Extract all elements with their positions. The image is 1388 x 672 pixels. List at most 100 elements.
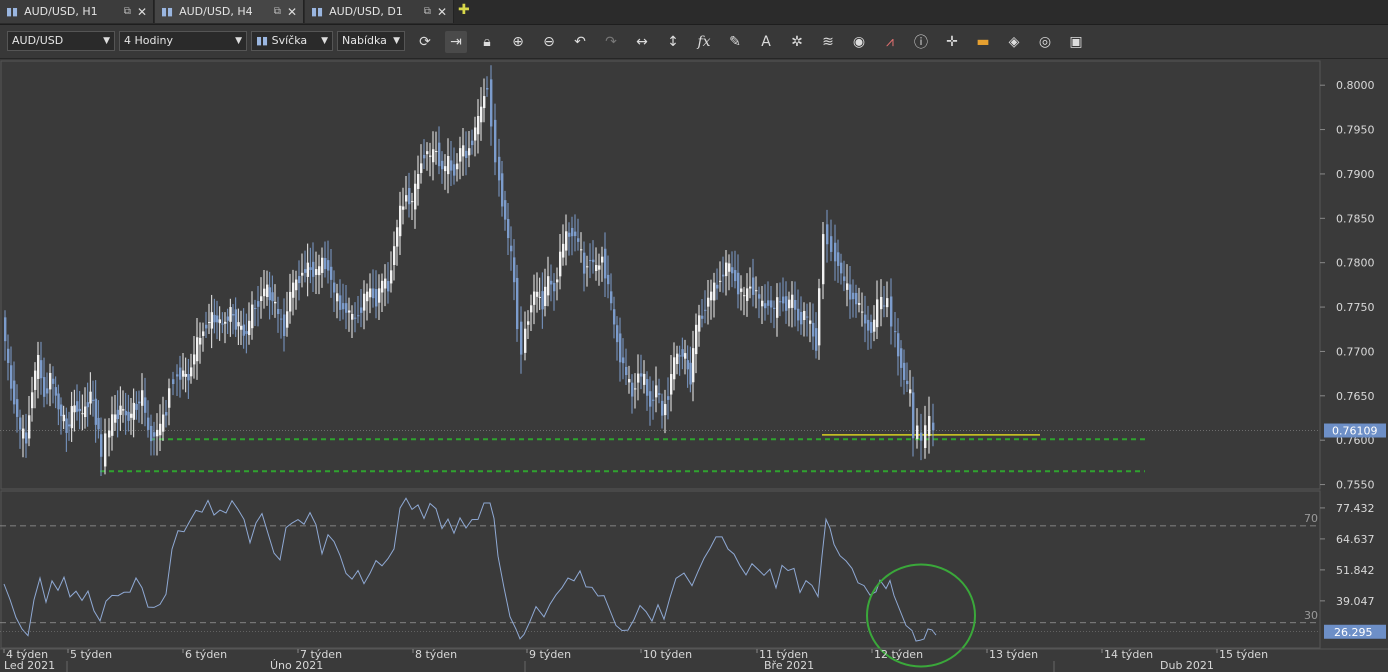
candle-body: [13, 380, 16, 405]
candle-body: [187, 374, 190, 381]
horizontal-scale-icon[interactable]: ↔: [631, 31, 653, 53]
candle-body: [138, 401, 141, 404]
add-chart-icon[interactable]: ✚: [458, 2, 470, 18]
close-icon[interactable]: ✕: [137, 5, 147, 19]
settings-ring-icon[interactable]: ◎: [1034, 31, 1056, 53]
candle-body: [104, 433, 107, 467]
text-tool-icon[interactable]: A: [755, 31, 777, 53]
candle-body: [289, 291, 292, 312]
candlestick-icon: ▮▮: [161, 5, 174, 18]
candle-body: [321, 257, 324, 273]
price-tick-label: 0.8000: [1336, 79, 1375, 92]
signals-icon[interactable]: ⩘: [879, 31, 901, 53]
candle-body: [886, 298, 889, 308]
candle-body: [277, 308, 280, 315]
candle-body: [826, 224, 829, 245]
chart-area[interactable]: 70 30 0.8000 0.7950 0.7900 0.7850 0.7800 0.775…: [0, 59, 1388, 672]
candle-body: [245, 331, 248, 334]
candle-body: [330, 266, 333, 280]
close-icon[interactable]: ✕: [287, 5, 297, 19]
week-label: 15 týden: [1219, 648, 1268, 661]
candle-body: [553, 282, 556, 292]
month-label: Led 2021: [4, 659, 55, 672]
candle-body: [399, 205, 402, 237]
save-icon[interactable]: ▣: [1065, 31, 1087, 53]
candle-body: [924, 425, 927, 448]
candlestick-icon: ▮▮: [6, 5, 19, 18]
candle-body: [221, 323, 224, 325]
refresh-icon[interactable]: ⟳: [414, 31, 436, 53]
candle-body: [670, 374, 673, 395]
tab-aud-usd-h1[interactable]: ▮▮ AUD/USD, H1 ⧉ ✕: [0, 0, 154, 23]
candle-body: [153, 432, 156, 437]
vertical-scale-icon[interactable]: ↕: [662, 31, 684, 53]
candle-body: [486, 88, 489, 90]
candle-body: [205, 324, 208, 329]
candle-body: [483, 96, 486, 109]
zoom-out-icon[interactable]: ⊖: [538, 31, 560, 53]
paint-bucket-icon[interactable]: ◈: [1003, 31, 1025, 53]
close-icon[interactable]: ✕: [437, 5, 447, 19]
candle-body: [119, 405, 122, 415]
candle-body: [507, 218, 510, 239]
candle-body: [268, 287, 272, 301]
chevron-down-icon: ▼: [103, 36, 110, 46]
candle-body: [456, 163, 459, 170]
price-tick-label: 0.7750: [1336, 301, 1375, 314]
undo-icon[interactable]: ↶: [569, 31, 591, 53]
pencil-icon[interactable]: ✎: [724, 31, 746, 53]
candle-body: [37, 354, 40, 379]
price-side-select[interactable]: Nabídka ▼: [337, 31, 405, 51]
candle-body: [640, 373, 643, 377]
candle-body: [260, 296, 263, 302]
zoom-in-icon[interactable]: ⊕: [507, 31, 529, 53]
candle-body: [405, 195, 408, 202]
candle-body: [390, 270, 393, 284]
chart-type-select[interactable]: ▮▮ Svíčka ▼: [251, 31, 333, 51]
candle-body: [622, 357, 625, 364]
tab-aud-usd-d1[interactable]: ▮▮ AUD/USD, D1 ⧉ ✕: [305, 0, 454, 23]
candle-body: [286, 311, 289, 328]
crosshair-icon[interactable]: ✛: [941, 31, 963, 53]
candle-body: [840, 262, 843, 274]
candle-body: [298, 276, 301, 284]
candle-body: [257, 301, 260, 307]
info-icon[interactable]: ⓘ: [910, 31, 932, 53]
candle-body: [141, 390, 144, 406]
timeframe-select[interactable]: 4 Hodiny ▼: [119, 31, 247, 51]
price-tick-label: 0.7950: [1336, 124, 1375, 137]
candle-body: [797, 308, 800, 321]
candle-body: [536, 291, 539, 297]
candle-body: [199, 337, 202, 345]
redo-icon[interactable]: ↷: [600, 31, 622, 53]
indicators-icon[interactable]: fx: [693, 31, 715, 53]
candle-body: [84, 406, 87, 418]
auto-scroll-icon[interactable]: ⇥: [445, 31, 467, 53]
candle-body: [571, 227, 574, 237]
tab-aud-usd-h4[interactable]: ▮▮ AUD/USD, H4 ⧉ ✕: [155, 0, 304, 23]
candle-body: [809, 320, 812, 324]
candle-body: [580, 249, 583, 251]
candle-body: [689, 362, 692, 385]
ruler-icon[interactable]: ▬: [972, 31, 994, 53]
tab-label: AUD/USD, H4: [179, 5, 253, 18]
popout-icon[interactable]: ⧉: [124, 6, 131, 17]
symbol-select[interactable]: AUD/USD ▼: [7, 31, 115, 51]
lock-icon[interactable]: 🔒︎: [476, 31, 498, 53]
candle-body: [815, 328, 818, 351]
candle-body: [858, 303, 861, 305]
candle-body: [637, 373, 640, 383]
candle-body: [420, 163, 423, 173]
popout-icon[interactable]: ⧉: [424, 6, 431, 17]
candle-body: [190, 367, 193, 377]
candle-body: [324, 258, 327, 270]
layers-icon[interactable]: ≋: [817, 31, 839, 53]
popout-icon[interactable]: ⧉: [274, 6, 281, 17]
candle-body: [704, 309, 707, 311]
tab-label: AUD/USD, H1: [24, 5, 98, 18]
candle-body: [295, 279, 298, 291]
candle-body: [202, 331, 205, 336]
candle-body: [459, 148, 462, 162]
fractal-icon[interactable]: ✲: [786, 31, 808, 53]
eye-icon[interactable]: ◉: [848, 31, 870, 53]
